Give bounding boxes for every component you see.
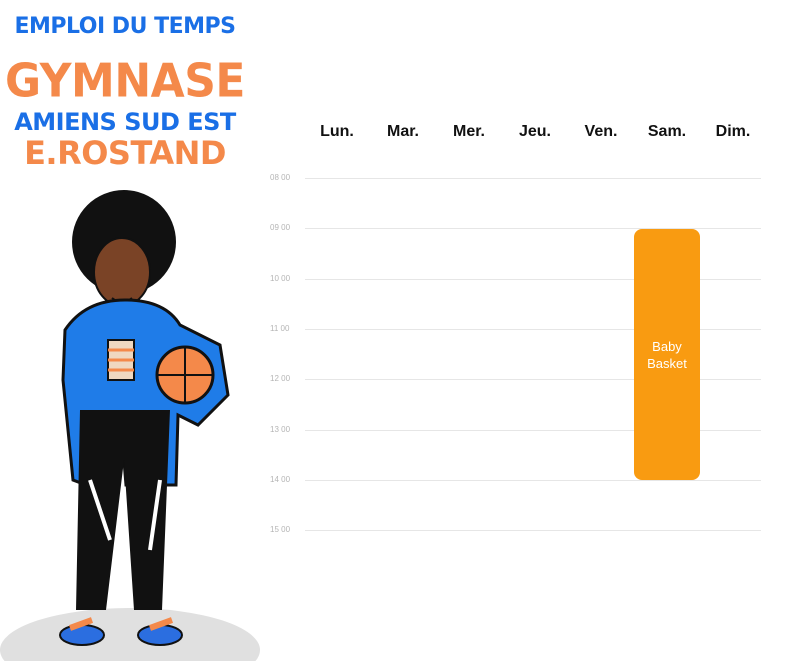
day-header: Mar.	[386, 123, 419, 140]
hour-label: 15 00	[270, 525, 291, 535]
hour-label: 13 00	[270, 424, 291, 434]
hour-label: 09 00	[270, 223, 291, 233]
day-header: Lun.	[320, 123, 354, 140]
hour-label: 10 00	[270, 273, 291, 283]
day-header: Dim.	[715, 123, 751, 140]
basketball-player-illustration	[0, 190, 260, 661]
hour-label: 14 00	[270, 474, 291, 484]
hour-label: 08 00	[270, 173, 291, 182]
title-emploi: EMPLOI DU TEMPS	[14, 14, 236, 39]
event-baby-basket[interactable]: Baby Basket	[634, 229, 700, 480]
title-location: AMIENS SUD EST	[14, 108, 236, 136]
hour-gridline	[305, 178, 761, 179]
hour-label: 12 00	[270, 374, 291, 384]
day-header: Mer.	[452, 123, 485, 140]
hour-gridline	[305, 530, 761, 532]
title-gymnase: GYMNASE	[5, 54, 245, 109]
title-name: E.ROSTAND	[24, 134, 226, 172]
hour-label: 11 00	[270, 323, 290, 333]
day-header: Sam.	[647, 123, 687, 140]
event-title: Baby Basket	[647, 338, 687, 371]
day-header: Ven.	[584, 123, 618, 140]
day-header: Jeu.	[518, 123, 551, 140]
